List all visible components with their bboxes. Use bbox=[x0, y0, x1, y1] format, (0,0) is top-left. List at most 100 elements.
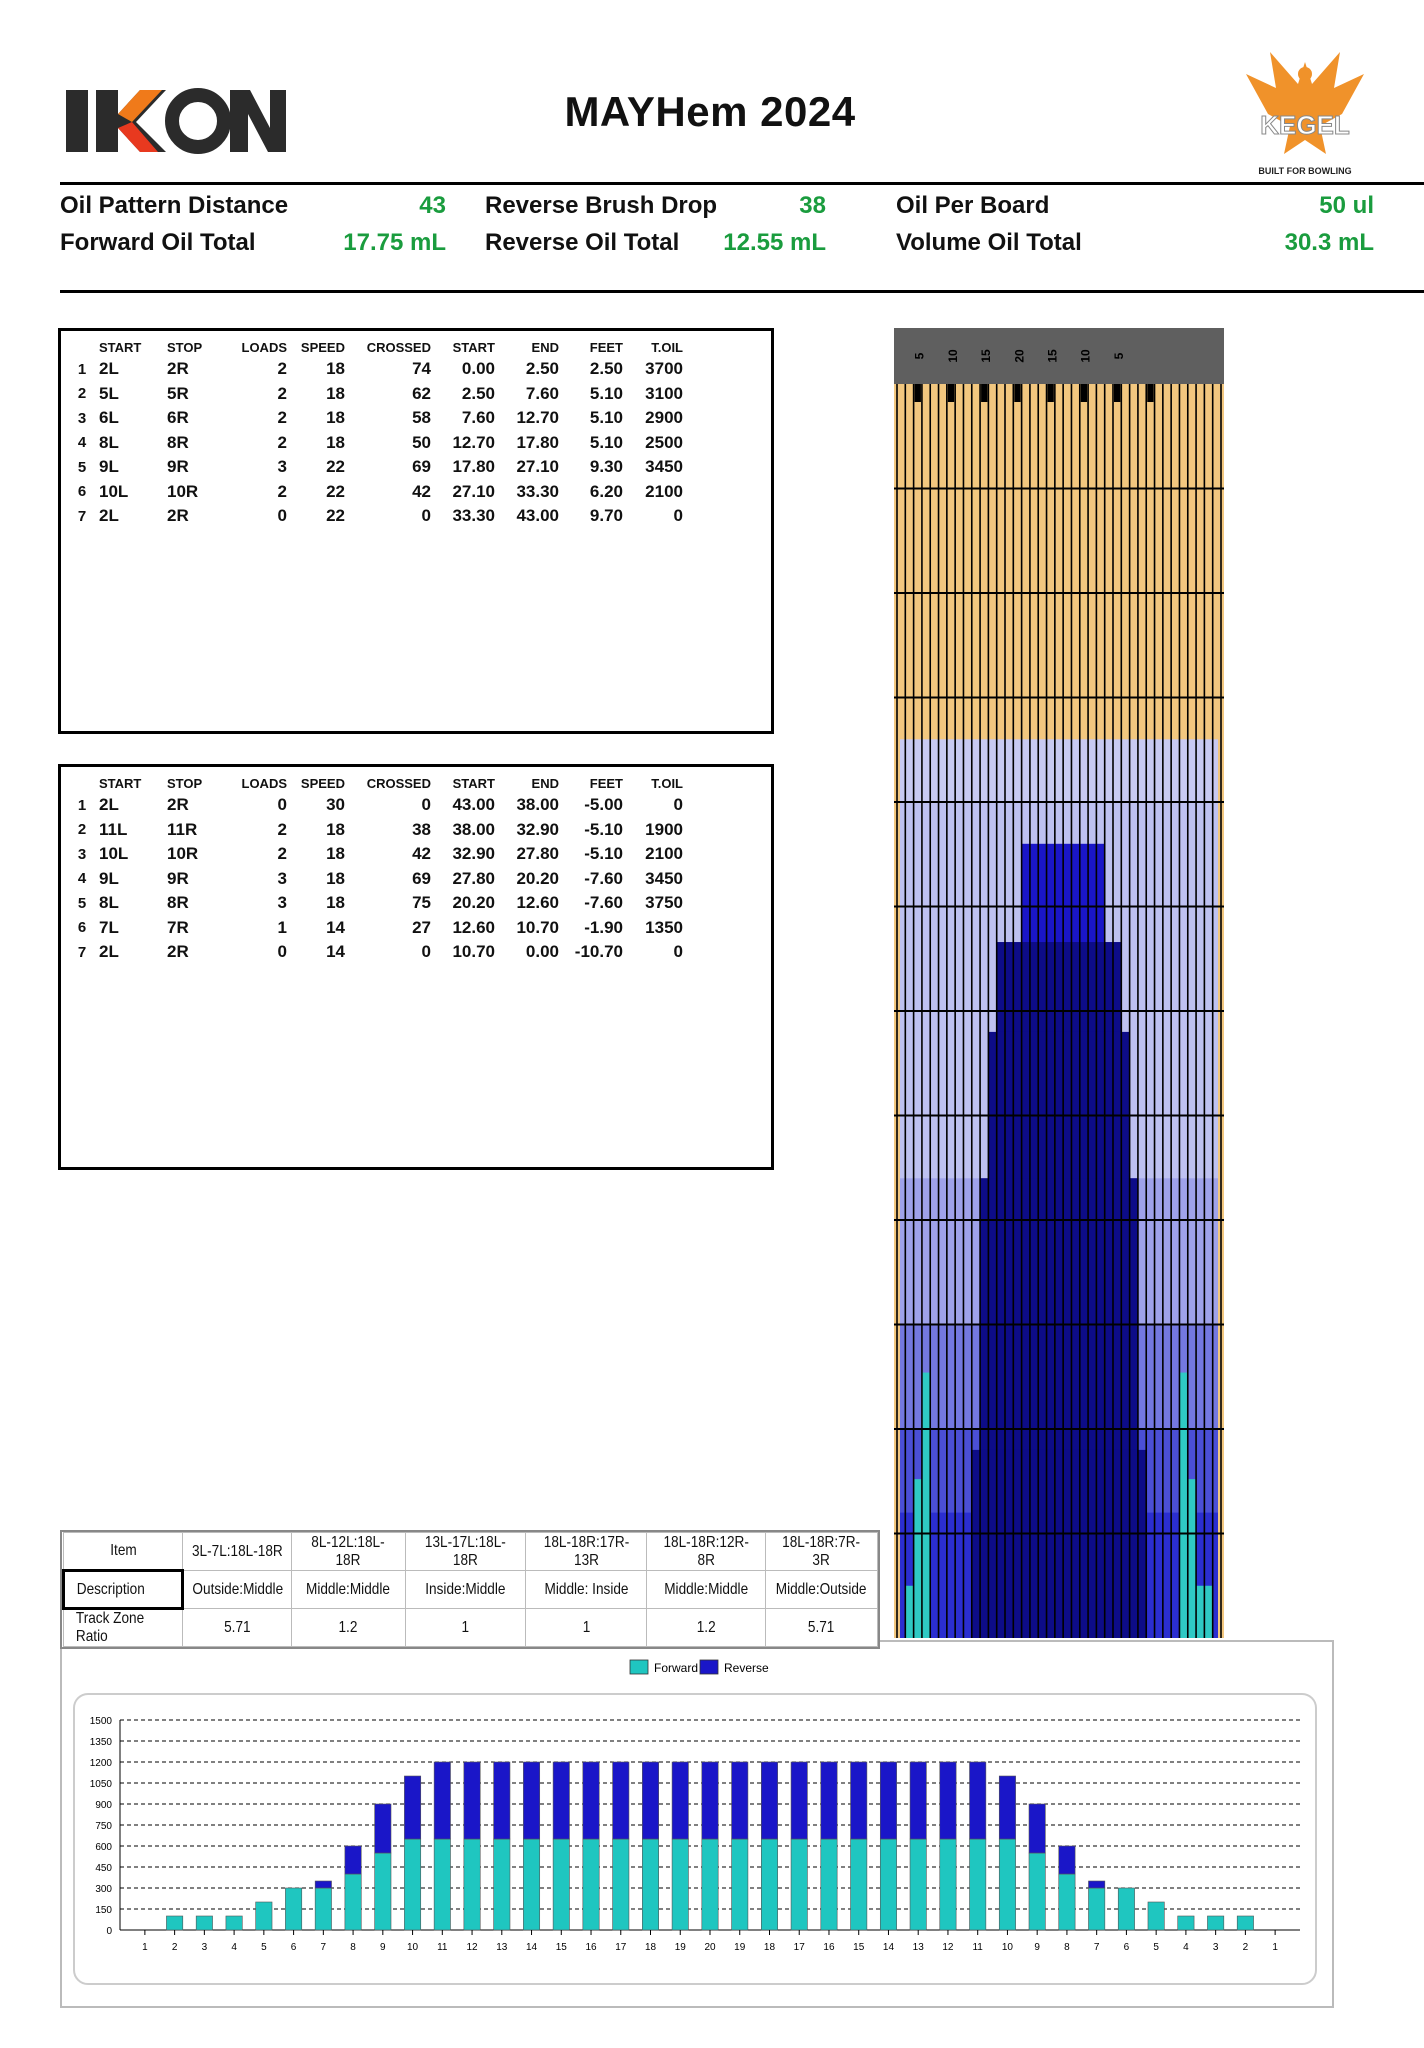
target-arrow-marker bbox=[914, 384, 921, 402]
forward-bar bbox=[1058, 1873, 1076, 1931]
x-tick-label: 4 bbox=[1183, 1942, 1189, 1953]
reverse-brush-drop-value: 38 bbox=[799, 192, 826, 219]
x-tick-label: 15 bbox=[853, 1942, 865, 1953]
zone-header-cell: Item bbox=[72, 1532, 174, 1571]
forward-bar bbox=[939, 1838, 957, 1931]
table-cell: 0 bbox=[673, 795, 683, 815]
col-toil: T.OIL bbox=[651, 339, 683, 355]
table-cell: 11R bbox=[167, 819, 198, 839]
x-tick-label: 13 bbox=[496, 1942, 508, 1953]
forward-bar bbox=[1117, 1887, 1135, 1931]
table-cell: -5.10 bbox=[584, 844, 623, 864]
table-cell: 1900 bbox=[645, 819, 683, 839]
forward-bar bbox=[1028, 1852, 1046, 1931]
target-arrow-marker bbox=[1114, 384, 1121, 402]
table-cell: 7R bbox=[167, 917, 189, 937]
table-cell: 27.10 bbox=[516, 457, 559, 477]
table-cell: 5 bbox=[77, 894, 87, 912]
table-cell: 0 bbox=[673, 506, 683, 526]
y-tick-label: 750 bbox=[95, 1821, 112, 1832]
forward-oil-strip bbox=[1187, 1479, 1197, 1638]
table-cell: 3450 bbox=[645, 868, 683, 888]
x-tick-label: 12 bbox=[942, 1942, 954, 1953]
x-tick-label: 1 bbox=[1272, 1942, 1278, 1953]
lane-oil-chart: 510152025303540455055510152015105 bbox=[894, 328, 1224, 1638]
reverse-bar bbox=[314, 1880, 332, 1889]
table-cell: -7.60 bbox=[584, 868, 623, 888]
x-tick-label: 10 bbox=[407, 1942, 419, 1953]
table-row: 1 2L 2R 2 18 74 0.00 2.50 2.50 3700 bbox=[65, 357, 683, 382]
table-cell: 20.20 bbox=[516, 868, 559, 888]
reverse-oil-total-value: 12.55 mL bbox=[723, 229, 826, 256]
x-tick-label: 3 bbox=[1213, 1942, 1219, 1953]
kegel-tagline: BUILT FOR BOWLING bbox=[1258, 166, 1352, 176]
target-arrow-marker bbox=[947, 384, 955, 402]
forward-bar bbox=[195, 1915, 213, 1931]
table-cell: 2 bbox=[277, 844, 287, 864]
table-cell: 5.10 bbox=[589, 432, 623, 452]
table-cell: 8R bbox=[167, 432, 189, 452]
zone-description-cell: Middle:Middle bbox=[299, 1570, 398, 1609]
table-cell: 3700 bbox=[645, 359, 683, 379]
table-cell: 9.70 bbox=[589, 506, 623, 526]
x-tick-label: 14 bbox=[526, 1942, 538, 1953]
reverse-bar bbox=[523, 1761, 541, 1840]
col-crossed: CROSSED bbox=[366, 775, 431, 791]
legend-swatch bbox=[629, 1659, 649, 1675]
table-cell: 8R bbox=[167, 893, 189, 913]
oil-per-board-value: 50 ul bbox=[1319, 192, 1374, 219]
oil-pattern-distance-value: 43 bbox=[419, 192, 446, 219]
forward-bar bbox=[879, 1838, 897, 1931]
table-cell: 2 bbox=[277, 819, 287, 839]
forward-bar bbox=[1207, 1915, 1225, 1931]
table-cell: 2R bbox=[167, 359, 189, 379]
reverse-pattern-table: START STOP LOADS SPEED CROSSED START END… bbox=[58, 764, 774, 1170]
x-tick-label: 13 bbox=[913, 1942, 925, 1953]
target-arrow-marker bbox=[1147, 384, 1154, 402]
forward-bar bbox=[552, 1838, 570, 1931]
x-tick-label: 8 bbox=[350, 1942, 356, 1953]
forward-bar bbox=[374, 1852, 392, 1931]
table-cell: 1 bbox=[77, 360, 87, 378]
x-tick-label: 6 bbox=[291, 1942, 297, 1953]
table-cell: 10R bbox=[167, 481, 199, 501]
zone-header-cell: 13L-17L:18L-18R bbox=[413, 1532, 518, 1571]
table-cell: 14 bbox=[326, 917, 345, 937]
legend-label: Forward bbox=[654, 1661, 698, 1675]
col-crossed: CROSSED bbox=[366, 339, 431, 355]
col-toil: T.OIL bbox=[651, 775, 683, 791]
table-cell: 18 bbox=[326, 432, 345, 452]
table-cell: 0 bbox=[421, 942, 431, 962]
table-cell: 18 bbox=[326, 408, 345, 428]
kegel-logo: KEGEL BUILT FOR BOWLING bbox=[1240, 44, 1370, 184]
table-cell: 10L bbox=[99, 481, 129, 501]
forward-pattern-table: START STOP LOADS SPEED CROSSED START END… bbox=[58, 328, 774, 734]
table-cell: 1 bbox=[277, 917, 287, 937]
reverse-bar bbox=[731, 1761, 749, 1840]
table-cell: 27.80 bbox=[452, 868, 495, 888]
board-tick-label: 20 bbox=[1012, 349, 1026, 363]
table-cell: 1350 bbox=[645, 917, 683, 937]
zone-description-cell: Outside:Middle bbox=[190, 1570, 284, 1609]
table-cell: 3 bbox=[77, 409, 87, 427]
zone-header-cell: 18L-18R:7R-3R bbox=[773, 1532, 870, 1571]
x-tick-label: 7 bbox=[1094, 1942, 1100, 1953]
col-start-ft: START bbox=[452, 339, 495, 355]
y-tick-label: 1200 bbox=[90, 1758, 113, 1769]
y-tick-label: 1050 bbox=[90, 1779, 113, 1790]
legend-label: Reverse bbox=[724, 1661, 769, 1675]
forward-bar bbox=[761, 1838, 778, 1931]
col-speed: SPEED bbox=[300, 775, 345, 791]
table-cell: 9R bbox=[167, 868, 189, 888]
zone-ratio-cell: 5.71 bbox=[190, 1608, 284, 1647]
table-cell: 18 bbox=[326, 893, 345, 913]
zone-header-cell: 3L-7L:18L-18R bbox=[190, 1532, 284, 1571]
y-tick-label: 600 bbox=[95, 1842, 112, 1853]
table-cell: 4 bbox=[77, 434, 87, 452]
table-row: 7 2L 2R 0 14 0 10.70 0.00 -10.70 0 bbox=[65, 940, 683, 965]
x-tick-label: 5 bbox=[1153, 1942, 1159, 1953]
x-tick-label: 11 bbox=[437, 1942, 448, 1953]
oil-per-board-label: Oil Per Board bbox=[896, 192, 1050, 219]
x-tick-label: 19 bbox=[734, 1942, 746, 1953]
table-cell: 3 bbox=[277, 457, 287, 477]
